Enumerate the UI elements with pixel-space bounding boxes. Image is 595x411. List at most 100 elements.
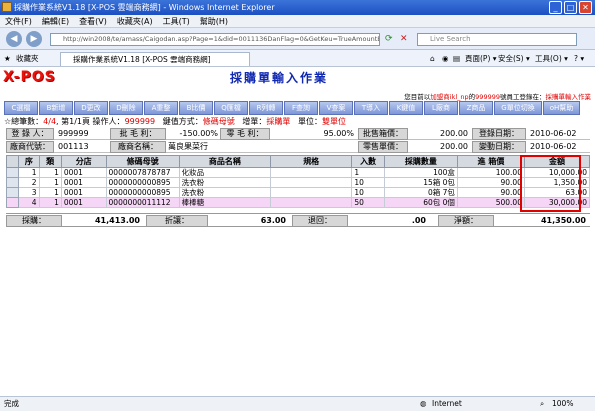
product-button[interactable]: Z商品: [459, 101, 493, 115]
favorites-star-icon[interactable]: ★: [4, 52, 11, 65]
maximize-button[interactable]: □: [564, 1, 577, 14]
cell-price[interactable]: 500.00: [456, 197, 525, 208]
change-date-value[interactable]: 2010-06-02: [530, 141, 590, 153]
close-button[interactable]: ✕: [579, 1, 592, 14]
key-value-button[interactable]: K鍵值: [389, 101, 423, 115]
cell-spec[interactable]: [270, 167, 353, 178]
cell-product-name[interactable]: 洗衣粉: [178, 187, 272, 198]
cell-product-name[interactable]: 化妝品: [178, 167, 272, 178]
wholesale-price-value[interactable]: 200.00: [408, 128, 468, 140]
menu-view[interactable]: 查看(V): [74, 15, 112, 28]
cell-store[interactable]: 0001: [60, 167, 107, 178]
help-menu[interactable]: ? ▾: [574, 52, 584, 65]
cell-qty-in[interactable]: 10: [351, 187, 385, 198]
cell-type[interactable]: 1: [38, 167, 62, 178]
query-button[interactable]: F查詢: [284, 101, 318, 115]
vendor-name-value[interactable]: 萬良果菜行: [168, 141, 318, 153]
vendor-code-value[interactable]: 001113: [58, 141, 108, 153]
cell-store[interactable]: 0001: [60, 187, 107, 198]
table-row[interactable]: 1 1 0001 0000007878787 化妝品 1 100盒 100.00…: [5, 167, 591, 178]
retail-price-value[interactable]: 200.00: [408, 141, 468, 153]
cell-purchase-qty[interactable]: 100盒: [383, 167, 458, 178]
col-price[interactable]: 進 箱價: [456, 155, 525, 168]
refresh-icon[interactable]: ⟳: [385, 34, 393, 44]
login-person-value[interactable]: 999999: [58, 128, 108, 140]
col-type[interactable]: 類: [38, 155, 62, 168]
cell-qty-in[interactable]: 50: [351, 197, 385, 208]
cell-purchase-qty[interactable]: 60包 0個: [383, 197, 458, 208]
row-selector[interactable]: [5, 167, 20, 178]
safety-menu[interactable]: 安全(S) ▾: [498, 52, 530, 65]
table-row[interactable]: 2 1 0001 0000000000895 洗衣粉 10 15箱 0包 90.…: [5, 177, 591, 188]
col-product-name[interactable]: 商品名稱: [178, 155, 272, 168]
menu-favorites[interactable]: 收藏夾(A): [112, 15, 158, 28]
menu-file[interactable]: 文件(F): [0, 15, 37, 28]
tab-active[interactable]: 採購作業系統V1.18 [X-POS 雲端商務網]: [60, 52, 250, 66]
table-row-selected[interactable]: 4 1 0001 0000000011112 棒棒糖 50 60包 0個 500…: [5, 197, 591, 208]
convert-button[interactable]: R列轉: [249, 101, 283, 115]
row-selector[interactable]: [5, 177, 20, 188]
col-spec[interactable]: 規格: [270, 155, 353, 168]
delete-button[interactable]: D刪除: [109, 101, 143, 115]
cell-qty-in[interactable]: 1: [351, 167, 385, 178]
cell-spec[interactable]: [270, 187, 353, 198]
cell-store[interactable]: 0001: [60, 197, 107, 208]
print-icon[interactable]: ▤: [453, 52, 460, 65]
cell-product-name[interactable]: 棒棒糖: [178, 197, 272, 208]
menu-help[interactable]: 幫助(H): [195, 15, 233, 28]
cell-barcode[interactable]: 0000000000895: [105, 177, 180, 188]
col-barcode[interactable]: 條碼母號: [105, 155, 180, 168]
home-icon[interactable]: ⌂: [430, 52, 435, 65]
help-button[interactable]: oH幫助: [543, 101, 580, 115]
check-button[interactable]: V查案: [319, 101, 353, 115]
col-purchase-qty[interactable]: 採購數量: [383, 155, 458, 168]
cell-type[interactable]: 1: [38, 177, 62, 188]
cell-qty-in[interactable]: 10: [351, 177, 385, 188]
select-file-button[interactable]: C選檔: [4, 101, 38, 115]
cell-seq[interactable]: 3: [18, 187, 40, 198]
import-file-button[interactable]: Q匯檔: [214, 101, 248, 115]
cell-type[interactable]: 1: [38, 197, 62, 208]
forward-arrow-icon[interactable]: ▶: [26, 31, 42, 47]
tools-menu[interactable]: 工具(O) ▾: [535, 52, 568, 65]
cell-type[interactable]: 1: [38, 187, 62, 198]
menu-tools[interactable]: 工具(T): [158, 15, 195, 28]
login-date-value[interactable]: 2010-06-02: [530, 128, 590, 140]
cell-price[interactable]: 90.00: [456, 177, 525, 188]
minimize-button[interactable]: _: [549, 1, 562, 14]
cell-barcode[interactable]: 0000007878787: [105, 167, 180, 178]
cell-price[interactable]: 100.00: [456, 167, 525, 178]
load-button[interactable]: T導入: [354, 101, 388, 115]
unit-switch-button[interactable]: G單位切換: [494, 101, 542, 115]
col-seq[interactable]: 序: [18, 155, 40, 168]
cell-store[interactable]: 0001: [60, 177, 107, 188]
col-store[interactable]: 分店: [60, 155, 107, 168]
rss-icon[interactable]: ◉: [442, 52, 449, 65]
cell-purchase-qty[interactable]: 15箱 0包: [383, 177, 458, 188]
favorites-button[interactable]: 收藏夾: [16, 52, 39, 65]
compare-price-button[interactable]: B比價: [179, 101, 213, 115]
row-selector[interactable]: [5, 197, 20, 208]
zoom-icon[interactable]: ⌕: [540, 397, 544, 411]
cell-product-name[interactable]: 洗衣粉: [178, 177, 272, 188]
search-input[interactable]: Live Search: [417, 33, 577, 46]
zoom-level[interactable]: 100%: [552, 397, 573, 411]
back-arrow-icon[interactable]: ◀: [6, 31, 22, 47]
add-button[interactable]: B新增: [39, 101, 73, 115]
cell-barcode[interactable]: 0000000011112: [105, 197, 180, 208]
menu-edit[interactable]: 編輯(E): [37, 15, 74, 28]
modify-button[interactable]: D更改: [74, 101, 108, 115]
cell-seq[interactable]: 2: [18, 177, 40, 188]
cell-barcode[interactable]: 0000000000895: [105, 187, 180, 198]
refresh-button[interactable]: A重整: [144, 101, 178, 115]
cell-spec[interactable]: [270, 177, 353, 188]
page-menu[interactable]: 頁面(P) ▾: [465, 52, 497, 65]
address-bar[interactable]: http://win2008/te/amass/Caigodan.asp?Pag…: [50, 33, 380, 46]
vendor-button[interactable]: L廠商: [424, 101, 458, 115]
row-selector[interactable]: [5, 187, 20, 198]
cell-purchase-qty[interactable]: 0箱 7包: [383, 187, 458, 198]
stop-icon[interactable]: ✕: [400, 34, 408, 44]
table-row[interactable]: 3 1 0001 0000000000895 洗衣粉 10 0箱 7包 90.0…: [5, 187, 591, 198]
cell-seq[interactable]: 1: [18, 167, 40, 178]
cell-price[interactable]: 90.00: [456, 187, 525, 198]
